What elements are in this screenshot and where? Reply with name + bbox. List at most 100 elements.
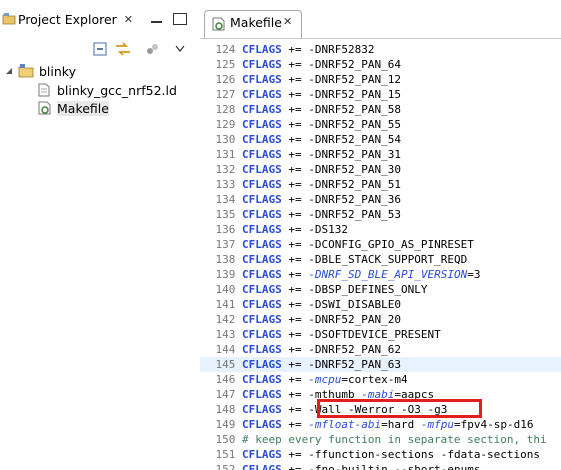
code-line[interactable]: 141 CFLAGS += -DSWI_DISABLE0 (200, 297, 561, 312)
close-icon[interactable]: ✕ (124, 13, 133, 26)
code-line[interactable]: 143 CFLAGS += -DSOFTDEVICE_PRESENT (200, 327, 561, 342)
tab-makefile[interactable]: Makefile ✕ (204, 10, 302, 38)
code-line[interactable]: 135 CFLAGS += -DNRF52_PAN_53 (200, 207, 561, 222)
code-token: -DNRF52_PAN_20 (308, 313, 401, 326)
focus-icon[interactable] (145, 42, 159, 56)
code-token: -DNRF52_PAN_30 (308, 163, 401, 176)
project-explorer-icon (2, 13, 16, 25)
code-line[interactable]: 134 CFLAGS += -DNRF52_PAN_36 (200, 192, 561, 207)
line-number: 144 (215, 343, 236, 356)
code-token: -DSOFTDEVICE_PRESENT (308, 328, 441, 341)
code-variable: CFLAGS (242, 403, 282, 416)
code-token: -DBLE_STACK_SUPPORT_REQD (308, 253, 468, 266)
line-number: 124 (215, 43, 236, 56)
code-operator: += (281, 448, 309, 461)
tab-makefile-label: Makefile (230, 15, 282, 30)
code-line[interactable]: 133 CFLAGS += -DNRF52_PAN_51 (200, 177, 561, 192)
line-number: 151 (215, 448, 236, 461)
code-token: -DNRF52_PAN_36 (308, 193, 401, 206)
line-number: 139 (215, 268, 236, 281)
code-line[interactable]: 126 CFLAGS += -DNRF52_PAN_12 (200, 72, 561, 87)
code-token: -DNRF52_PAN_55 (308, 118, 401, 131)
code-variable: CFLAGS (242, 208, 282, 221)
code-token: -DNRF52_PAN_62 (308, 343, 401, 356)
code-line[interactable]: 138 CFLAGS += -DBLE_STACK_SUPPORT_REQD (200, 252, 561, 267)
line-number: 147 (215, 388, 236, 401)
code-line[interactable]: 142 CFLAGS += -DNRF52_PAN_20 (200, 312, 561, 327)
code-line[interactable]: 130 CFLAGS += -DNRF52_PAN_54 (200, 132, 561, 147)
line-number: 149 (215, 418, 236, 431)
tree-item-project[interactable]: blinky (4, 62, 76, 80)
code-line[interactable]: 146 CFLAGS += -mcpu=cortex-m4 (200, 372, 561, 387)
tree-item-label: blinky_gcc_nrf52.ld (57, 82, 177, 98)
code-variable: CFLAGS (242, 298, 282, 311)
explorer-tabbar: Project Explorer ✕ (0, 0, 197, 30)
code-variable: CFLAGS (242, 178, 282, 191)
code-variable: CFLAGS (242, 343, 282, 356)
code-line[interactable]: 131 CFLAGS += -DNRF52_PAN_31 (200, 147, 561, 162)
line-number: 125 (215, 58, 236, 71)
makefile-icon (38, 101, 51, 115)
code-token: -ffunction-sections -fdata-sections (308, 448, 541, 461)
collapse-all-icon[interactable] (93, 42, 107, 56)
line-number: 141 (215, 298, 236, 311)
code-token: -fno-builtin --short-enums (308, 463, 481, 470)
tree-item-ld-file[interactable]: blinky_gcc_nrf52.ld (38, 81, 177, 99)
code-variable: CFLAGS (242, 43, 282, 56)
code-token: -DNRF52_PAN_12 (308, 73, 401, 86)
code-line[interactable]: 149 CFLAGS += -mfloat-abi=hard -mfpu=fpv4… (200, 417, 561, 432)
tab-project-explorer[interactable]: Project Explorer ✕ (2, 9, 133, 29)
line-number: 138 (215, 253, 236, 266)
code-operator: += (281, 238, 309, 251)
code-variable: CFLAGS (242, 238, 282, 251)
line-number: 133 (215, 178, 236, 191)
code-token: -DS132 (308, 223, 348, 236)
line-number: 152 (215, 463, 236, 470)
line-number: 146 (215, 373, 236, 386)
maximize-view-button[interactable] (173, 13, 187, 25)
line-number: 127 (215, 88, 236, 101)
code-line[interactable]: 129 CFLAGS += -DNRF52_PAN_55 (200, 117, 561, 132)
line-number: 134 (215, 193, 236, 206)
code-line[interactable]: 139 CFLAGS += -DNRF_SD_BLE_API_VERSION=3 (200, 267, 561, 282)
link-with-editor-icon[interactable] (115, 42, 131, 56)
editor-tabbar: Makefile ✕ (200, 0, 561, 39)
code-line[interactable]: 145 CFLAGS += -DNRF52_PAN_63 (200, 357, 561, 372)
line-number: 143 (215, 328, 236, 341)
code-variable: CFLAGS (242, 88, 282, 101)
line-number: 136 (215, 223, 236, 236)
code-operator: += (281, 343, 309, 356)
code-token: -mfloat-abi (308, 418, 382, 431)
code-line[interactable]: 152 CFLAGS += -fno-builtin --short-enums (200, 462, 561, 470)
code-line[interactable]: 144 CFLAGS += -DNRF52_PAN_62 (200, 342, 561, 357)
code-line[interactable]: 125 CFLAGS += -DNRF52_PAN_64 (200, 57, 561, 72)
code-line[interactable]: 132 CFLAGS += -DNRF52_PAN_30 (200, 162, 561, 177)
code-line[interactable]: 127 CFLAGS += -DNRF52_PAN_15 (200, 87, 561, 102)
tree-item-makefile[interactable]: Makefile (38, 99, 109, 117)
line-number: 131 (215, 148, 236, 161)
code-operator: += (281, 298, 309, 311)
line-number: 135 (215, 208, 236, 221)
code-line[interactable]: 150 # keep every function in separate sec… (200, 432, 561, 447)
code-variable: CFLAGS (242, 463, 282, 470)
code-token: =3 (467, 268, 481, 281)
line-number: 145 (215, 358, 236, 371)
code-variable: CFLAGS (242, 268, 282, 281)
code-line[interactable]: 151 CFLAGS += -ffunction-sections -fdata-… (200, 447, 561, 462)
code-line[interactable]: 124 CFLAGS += -DNRF52832 (200, 42, 561, 57)
tree-item-label: blinky (39, 63, 76, 79)
expanded-arrow-icon[interactable] (4, 66, 14, 76)
code-line[interactable]: 136 CFLAGS += -DS132 (200, 222, 561, 237)
code-token: -mfpu (420, 418, 454, 431)
minimize-view-button[interactable] (151, 17, 162, 23)
code-line[interactable]: 137 CFLAGS += -DCONFIG_GPIO_AS_PINRESET (200, 237, 561, 252)
code-line[interactable]: 140 CFLAGS += -DBSP_DEFINES_ONLY (200, 282, 561, 297)
code-token: -DCONFIG_GPIO_AS_PINRESET (308, 238, 474, 251)
close-icon[interactable]: ✕ (283, 15, 292, 28)
code-line[interactable]: 128 CFLAGS += -DNRF52_PAN_58 (200, 102, 561, 117)
project-folder-icon (18, 64, 34, 78)
view-menu-icon[interactable] (175, 45, 185, 52)
project-explorer-panel: Project Explorer ✕ blinky blinky_gcc_nrf… (0, 0, 197, 470)
code-operator: += (281, 73, 309, 86)
code-operator: += (281, 178, 309, 191)
